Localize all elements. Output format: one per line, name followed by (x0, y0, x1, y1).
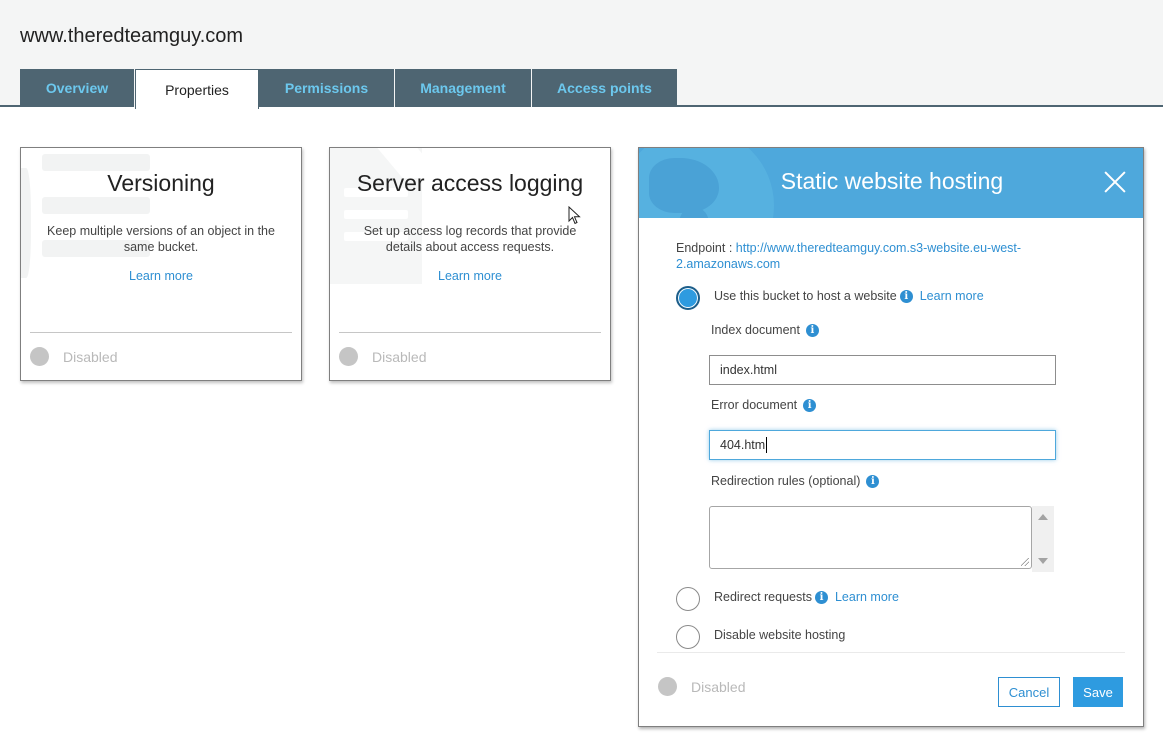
panel-title: Static website hosting (780, 168, 1004, 194)
input-value: 404.htm (720, 438, 766, 452)
panel-status: Disabled (658, 677, 745, 696)
status-dot-icon (658, 677, 677, 696)
status-text: Disabled (372, 348, 427, 365)
option-label: Disable website hosting (714, 628, 846, 642)
info-icon[interactable]: i (899, 289, 913, 303)
option-label: Use this bucket to host a website (714, 289, 897, 303)
learn-more-link[interactable]: Learn more (920, 289, 984, 303)
info-icon[interactable]: i (866, 474, 880, 488)
endpoint-label: Endpoint : (676, 241, 736, 255)
textarea-scrollbar[interactable] (1032, 506, 1054, 572)
scroll-up-icon[interactable] (1038, 514, 1048, 520)
card-divider (30, 332, 292, 333)
tab-management[interactable]: Management (395, 69, 532, 107)
card-divider (339, 332, 601, 333)
learn-more-link[interactable]: Learn more (835, 590, 899, 604)
save-button[interactable]: Save (1073, 677, 1123, 707)
page-header: www.theredteamguy.com Overview Propertie… (0, 0, 1163, 109)
radio-host-website[interactable] (676, 286, 700, 310)
server-access-logging-card[interactable]: Server access logging Set up access log … (329, 147, 611, 381)
option-redirect-requests: Redirect requests i Learn more (714, 590, 899, 604)
redirection-rules-label: Redirection rules (optional) i (711, 474, 880, 488)
cancel-button[interactable]: Cancel (998, 677, 1060, 707)
info-icon[interactable]: i (814, 590, 828, 604)
info-icon[interactable]: i (805, 323, 819, 337)
tab-bar: Overview Properties Permissions Manageme… (20, 69, 677, 109)
radio-disable-hosting[interactable] (676, 625, 700, 649)
panel-header: Static website hosting (639, 148, 1143, 218)
versioning-card[interactable]: Versioning Keep multiple versions of an … (20, 147, 302, 381)
redirection-rules-textarea[interactable] (709, 506, 1032, 569)
bucket-title: www.theredteamguy.com (20, 25, 244, 47)
option-disable-hosting: Disable website hosting (714, 628, 845, 642)
card-status: Disabled (30, 347, 117, 366)
label-text: Index document (711, 323, 800, 337)
status-dot-icon (339, 347, 358, 366)
info-icon[interactable]: i (803, 398, 817, 412)
card-description: Set up access log records that provide d… (363, 224, 577, 254)
error-document-label: Error document i (711, 398, 817, 412)
text-caret (766, 437, 768, 453)
radio-redirect-requests[interactable] (676, 587, 700, 611)
label-text: Redirection rules (optional) (711, 474, 861, 488)
status-dot-icon (30, 347, 49, 366)
endpoint: Endpoint : http://www.theredteamguy.com.… (676, 240, 1056, 272)
option-host-website: Use this bucket to host a website i Lear… (714, 289, 984, 303)
card-title: Server access logging (356, 170, 584, 196)
static-website-hosting-panel: Static website hosting Endpoint : http:/… (638, 147, 1144, 727)
label-text: Error document (711, 398, 798, 412)
status-text: Disabled (691, 678, 746, 695)
tab-properties[interactable]: Properties (135, 69, 259, 109)
panel-divider (657, 652, 1125, 653)
scroll-down-icon[interactable] (1038, 558, 1048, 564)
tab-permissions[interactable]: Permissions (259, 69, 395, 107)
tab-access-points[interactable]: Access points (532, 69, 677, 107)
learn-more-link[interactable]: Learn more (21, 269, 301, 283)
error-document-input[interactable]: 404.htm (709, 430, 1056, 460)
index-document-label: Index document i (711, 323, 819, 337)
tab-overview[interactable]: Overview (20, 69, 135, 107)
learn-more-link[interactable]: Learn more (330, 269, 610, 283)
resize-grip-icon[interactable] (1021, 558, 1029, 566)
close-icon[interactable] (1103, 170, 1127, 194)
card-status: Disabled (339, 347, 426, 366)
input-value: index.html (720, 363, 777, 377)
mouse-pointer-icon (568, 206, 581, 225)
index-document-input[interactable]: index.html (709, 355, 1056, 385)
status-text: Disabled (63, 348, 118, 365)
option-label: Redirect requests (714, 590, 812, 604)
card-title: Versioning (107, 170, 215, 196)
card-description: Keep multiple versions of an object in t… (47, 224, 275, 254)
